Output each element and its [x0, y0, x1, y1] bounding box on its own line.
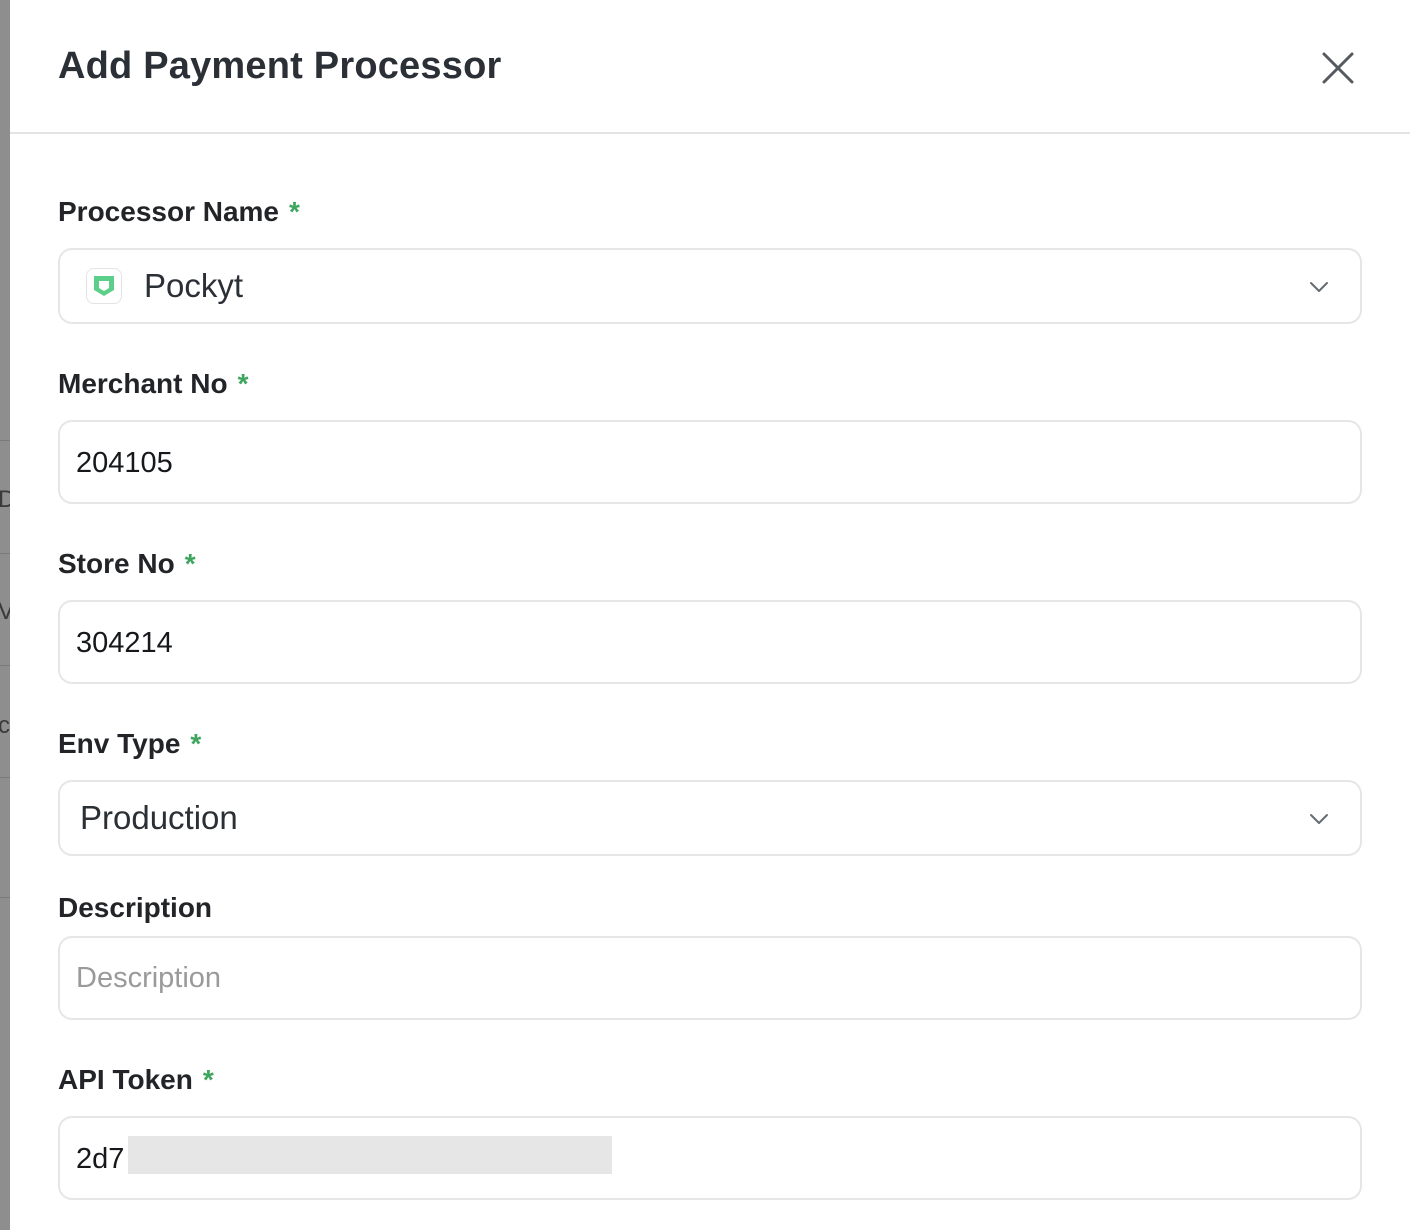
store-no-label: Store No *	[58, 546, 196, 582]
background-divider	[0, 440, 10, 441]
env-type-value: Production	[80, 799, 238, 836]
processor-name-label: Processor Name *	[58, 194, 300, 230]
drawer-header: Add Payment Processor	[10, 0, 1410, 134]
merchant-no-value: 204105	[76, 447, 173, 479]
background-text: c	[0, 712, 10, 739]
required-marker: *	[289, 196, 300, 227]
background-divider	[0, 553, 10, 554]
processor-name-value: Pockyt	[144, 267, 244, 304]
description-label-text: Description	[58, 892, 213, 923]
api-token-label: API Token *	[58, 1062, 214, 1098]
background-divider	[0, 897, 10, 898]
api-token-field[interactable]: 2d7	[58, 1116, 1362, 1200]
processor-name-select[interactable]: Pockyt	[58, 248, 1362, 324]
processor-name-label-text: Processor Name	[58, 196, 280, 227]
required-marker: *	[237, 368, 249, 399]
required-marker: *	[184, 548, 196, 579]
drawer-title: Add Payment Processor	[58, 45, 502, 87]
description-input[interactable]	[76, 958, 1276, 998]
env-type-label-text: Env Type	[58, 728, 181, 759]
required-marker: *	[190, 728, 202, 759]
chevron-down-icon	[1310, 814, 1328, 824]
api-token-label-text: API Token	[58, 1064, 193, 1095]
merchant-no-label-text: Merchant No	[58, 368, 228, 399]
api-token-value: 2d7	[76, 1143, 125, 1175]
merchant-no-field[interactable]: 204105	[58, 420, 1362, 504]
background-text: V	[0, 598, 10, 625]
redacted-token-mask	[128, 1136, 612, 1174]
store-no-label-text: Store No	[58, 548, 175, 579]
background-divider	[0, 665, 10, 666]
store-no-value: 304214	[76, 627, 173, 659]
description-field[interactable]	[58, 936, 1362, 1020]
description-label: Description	[58, 890, 212, 926]
env-type-select[interactable]: Production	[58, 780, 1362, 856]
background-page: D V c	[0, 0, 10, 1230]
required-marker: *	[202, 1064, 214, 1095]
store-no-field[interactable]: 304214	[58, 600, 1362, 684]
env-type-label: Env Type *	[58, 726, 201, 762]
add-payment-processor-drawer: Add Payment Processor Processor Name * Po…	[10, 0, 1410, 1230]
background-text: D	[0, 486, 10, 513]
close-button[interactable]	[1316, 46, 1360, 90]
close-icon	[1322, 52, 1354, 84]
pockyt-logo-icon	[86, 268, 122, 304]
merchant-no-label: Merchant No *	[58, 366, 248, 402]
chevron-down-icon	[1310, 282, 1328, 292]
background-divider	[0, 777, 10, 778]
